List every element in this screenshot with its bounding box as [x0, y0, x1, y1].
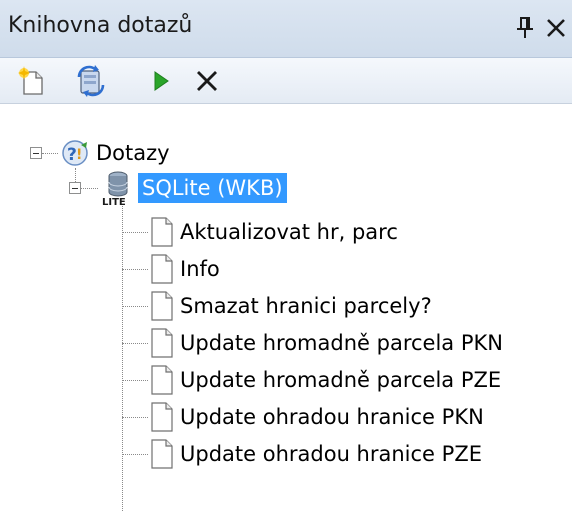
document-icon — [151, 328, 173, 358]
close-icon[interactable] — [544, 16, 568, 40]
run-button[interactable] — [144, 64, 178, 98]
delete-x-icon — [197, 71, 217, 91]
tree-node-label: Update ohradou hranice PKN — [180, 405, 484, 429]
database-expander[interactable] — [69, 182, 81, 194]
refresh-button[interactable] — [74, 64, 108, 98]
query-tree: ? ! Dotazy LITE SQLite (WKB) Aktualizova… — [4, 124, 572, 521]
tree-node-label: Aktualizovat hr, parc — [180, 220, 398, 244]
tree-node-label: SQLite (WKB) — [138, 173, 287, 203]
toolbar — [0, 58, 572, 104]
tree-node-label: Update ohradou hranice PZE — [180, 442, 482, 466]
database-lite-icon: LITE — [102, 171, 128, 206]
panel-titlebar: Knihovna dotazů — [0, 0, 572, 58]
panel-title: Knihovna dotazů — [8, 13, 193, 38]
delete-button[interactable] — [190, 64, 224, 98]
tree-node-label: Smazat hranici parcely? — [180, 294, 432, 318]
database-badge: LITE — [102, 197, 126, 206]
tree-node-label: Update hromadně parcela PKN — [180, 331, 503, 355]
tree-node-root[interactable]: ? ! Dotazy — [58, 135, 174, 171]
list-item[interactable]: Info — [148, 251, 224, 287]
tree-node-database[interactable]: LITE SQLite (WKB) — [98, 170, 287, 206]
root-expander[interactable] — [30, 147, 42, 159]
list-item[interactable]: Update hromadně parcela PKN — [148, 325, 507, 361]
play-icon — [154, 71, 169, 91]
pin-icon[interactable] — [515, 16, 535, 40]
tree-node-label: Info — [180, 257, 220, 281]
list-item[interactable]: Update ohradou hranice PZE — [148, 436, 486, 472]
new-document-icon — [18, 66, 43, 95]
document-icon — [151, 365, 173, 395]
refresh-database-icon — [77, 65, 105, 97]
list-item[interactable]: Update hromadně parcela PZE — [148, 362, 505, 398]
list-item[interactable]: Aktualizovat hr, parc — [148, 214, 402, 250]
document-icon — [151, 217, 173, 247]
list-item[interactable]: Update ohradou hranice PKN — [148, 399, 488, 435]
svg-text:!: ! — [76, 147, 82, 163]
document-icon — [151, 291, 173, 321]
list-item[interactable]: Smazat hranici parcely? — [148, 288, 436, 324]
tree-node-label: Dotazy — [96, 141, 170, 165]
document-icon — [151, 402, 173, 432]
new-query-button[interactable] — [14, 64, 48, 98]
tree-node-label: Update hromadně parcela PZE — [180, 368, 502, 392]
query-group-icon: ? ! — [62, 140, 88, 166]
document-icon — [151, 254, 173, 284]
document-icon — [151, 439, 173, 469]
